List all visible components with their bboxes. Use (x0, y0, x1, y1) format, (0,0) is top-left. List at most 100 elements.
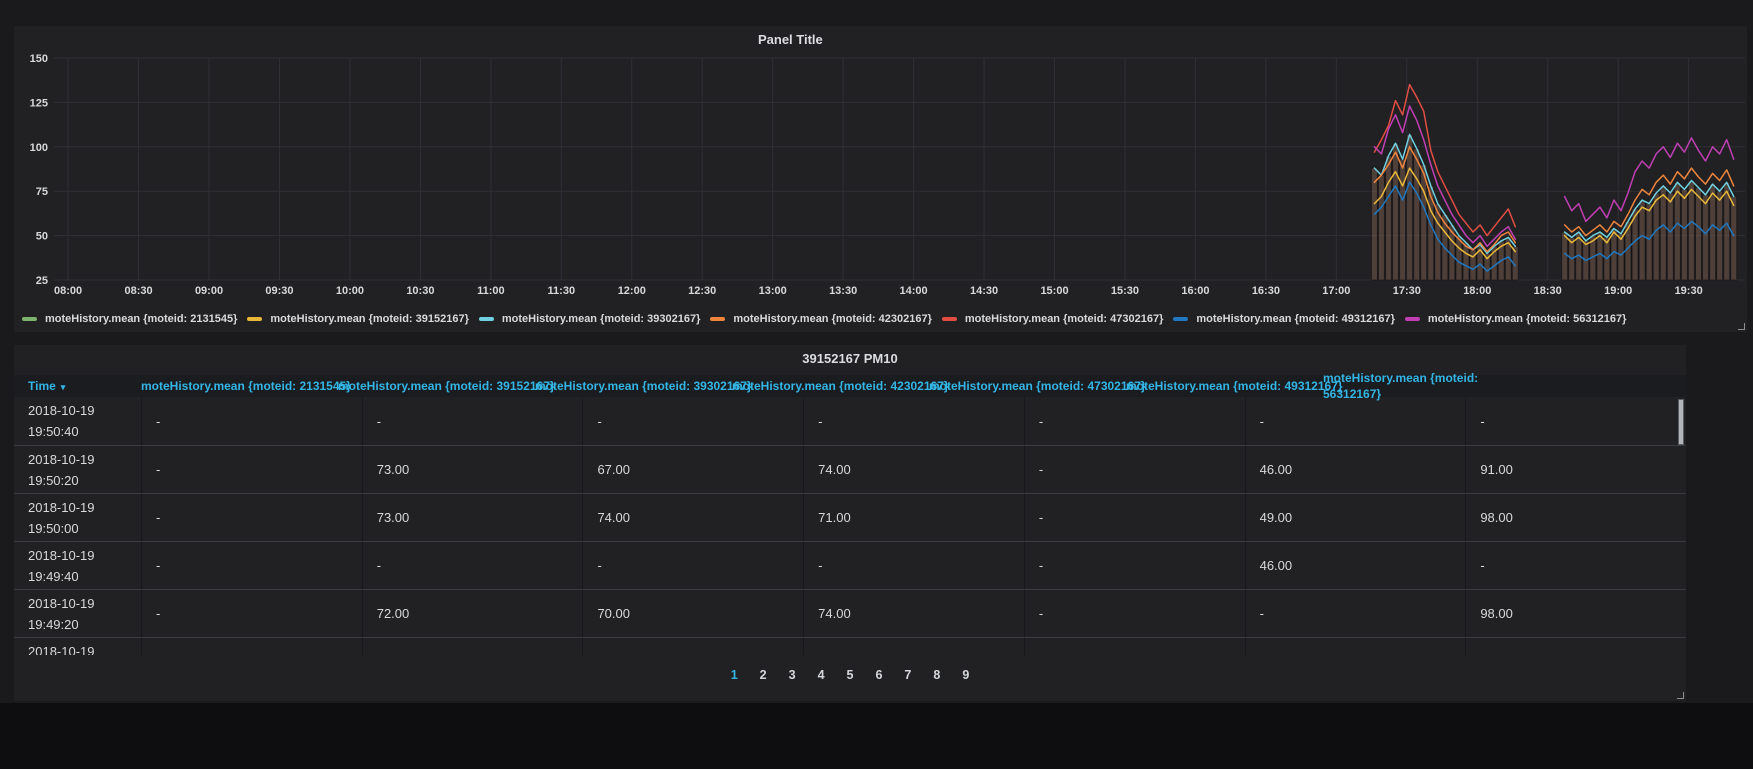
table-header-time[interactable]: Time ▾ (14, 379, 141, 393)
table-header-col-3[interactable]: moteHistory.mean {moteid: 42302167} (732, 379, 949, 393)
table-row: 2018-10-19 19:49:40- - - - -46.00- (14, 541, 1686, 589)
table-panel-title[interactable]: 39152167 PM10 (802, 351, 897, 366)
svg-text:100: 100 (30, 142, 48, 154)
svg-text:12:00: 12:00 (618, 285, 646, 297)
cell-value: - (141, 590, 362, 637)
cell-value: 46.00 (1244, 446, 1466, 493)
x-axis-labels: 08:00 08:30 09:00 09:30 10:00 10:30 11:00 11:30… (54, 285, 1703, 297)
cell-value: - (1465, 542, 1686, 589)
svg-text:14:30: 14:30 (970, 285, 998, 297)
table-scrollbar-thumb[interactable] (1678, 399, 1684, 445)
svg-text:08:30: 08:30 (124, 285, 152, 297)
page-link-2[interactable]: 2 (760, 668, 767, 682)
cell-value: 73.00 (361, 494, 583, 541)
page-link-5[interactable]: 5 (847, 668, 854, 682)
graph-panel: Panel Title 08:00 08:30 09:00 09:30 10:00 10:… (14, 26, 1747, 332)
cell-value: 70.00 (582, 590, 803, 637)
cell-value: - (1244, 397, 1466, 445)
cell-value: - (582, 542, 803, 589)
cell-value: 46.00 (1244, 542, 1466, 589)
legend-item-49312167[interactable]: moteHistory.mean {moteid: 49312167} (1173, 313, 1395, 325)
page-link-1[interactable]: 1 (731, 668, 738, 682)
table-panel-resize-handle[interactable] (1677, 692, 1684, 699)
page-link-8[interactable]: 8 (933, 668, 940, 682)
table-header-col-0[interactable]: moteHistory.mean {moteid: 2131545} (141, 379, 351, 393)
legend-item-label: moteHistory.mean {moteid: 39152167} (270, 313, 469, 325)
table-header-label: moteHistory.mean {moteid: 42302167} (732, 379, 949, 393)
table-header-col-4[interactable]: moteHistory.mean {moteid: 47302167} (929, 379, 1146, 393)
cell-time: 2018-10-19 (14, 638, 141, 655)
cell-time: 2018-10-19 19:50:40 (14, 397, 141, 445)
svg-text:08:00: 08:00 (54, 285, 82, 297)
sort-desc-caret-icon: ▾ (60, 382, 66, 392)
cell-value: 74.00 (803, 590, 1024, 637)
cell-value: - (361, 397, 583, 445)
cell-value: - (803, 397, 1024, 445)
cell-value: - (141, 494, 362, 541)
legend-item-label: moteHistory.mean {moteid: 47302167} (964, 313, 1164, 325)
legend-swatch-icon (247, 317, 263, 321)
page-link-6[interactable]: 6 (875, 668, 882, 682)
legend-swatch-icon (478, 317, 494, 321)
svg-text:09:00: 09:00 (195, 285, 223, 297)
svg-text:12:30: 12:30 (688, 285, 716, 297)
table-header-col-6[interactable]: moteHistory.mean {moteid: 56312167} (1323, 370, 1686, 402)
cell-value: 74.00 (582, 494, 803, 541)
svg-text:25: 25 (36, 275, 48, 287)
svg-text:15:30: 15:30 (1111, 285, 1139, 297)
page-link-9[interactable]: 9 (962, 668, 969, 682)
cell-date-line: 2018-10-19 (28, 403, 95, 418)
cell-value: 71.00 (803, 494, 1024, 541)
legend-item-47302167[interactable]: moteHistory.mean {moteid: 47302167} (941, 313, 1164, 325)
svg-text:13:30: 13:30 (829, 285, 857, 297)
cell-value: 73.00 (361, 446, 583, 493)
legend-swatch-icon (941, 317, 957, 321)
legend-item-label: moteHistory.mean {moteid: 49312167} (1196, 313, 1395, 325)
table-header-col-2[interactable]: moteHistory.mean {moteid: 39302167} (535, 379, 752, 393)
legend-item-2131545[interactable]: moteHistory.mean {moteid: 2131545} (22, 313, 237, 325)
svg-text:17:00: 17:00 (1322, 285, 1350, 297)
table-body: 2018-10-19 19:50:40- - - - - - -2018-10-19 19:50… (14, 397, 1686, 655)
cell-date-line: 2018-10-19 (28, 596, 95, 611)
cell-value (803, 638, 1024, 655)
svg-text:11:30: 11:30 (548, 285, 576, 297)
legend-item-42302167[interactable]: moteHistory.mean {moteid: 42302167} (710, 313, 932, 325)
legend-item-56312167[interactable]: moteHistory.mean {moteid: 56312167} (1404, 313, 1627, 325)
cell-value: - (1023, 590, 1245, 637)
cell-date-line: 2018-10-19 (28, 500, 95, 515)
cell-value: - (803, 542, 1024, 589)
table-header-label: moteHistory.mean {moteid: 47302167} (929, 379, 1146, 393)
legend-swatch-icon (710, 317, 726, 321)
cell-value (361, 638, 583, 655)
graph-legend: moteHistory.mean {moteid: 2131545} moteHi… (22, 308, 1739, 330)
cell-value: - (1465, 397, 1686, 445)
cell-value: 49.00 (1244, 494, 1466, 541)
cell-value: - (1023, 494, 1245, 541)
page-link-3[interactable]: 3 (789, 668, 796, 682)
table-header-label: moteHistory.mean {moteid: 56312167} (1323, 371, 1479, 401)
legend-item-39152167[interactable]: moteHistory.mean {moteid: 39152167} (247, 313, 469, 325)
cell-value: 67.00 (582, 446, 803, 493)
cell-value (1244, 638, 1466, 655)
legend-item-label: moteHistory.mean {moteid: 42302167} (733, 313, 932, 325)
time-series-chart[interactable]: 08:00 08:30 09:00 09:30 10:00 10:30 11:00 11:30… (14, 26, 1747, 306)
legend-item-39302167[interactable]: moteHistory.mean {moteid: 39302167} (478, 313, 701, 325)
cell-time: 2018-10-19 19:50:00 (14, 494, 141, 541)
page-link-7[interactable]: 7 (904, 668, 911, 682)
legend-item-label: moteHistory.mean {moteid: 39302167} (501, 313, 701, 325)
cell-value (582, 638, 803, 655)
below-dashboard-area (0, 703, 1753, 769)
legend-swatch-icon (1404, 317, 1420, 321)
page-link-4[interactable]: 4 (818, 668, 825, 682)
table-header-col-1[interactable]: moteHistory.mean {moteid: 39152167} (338, 379, 555, 393)
svg-text:13:00: 13:00 (759, 285, 787, 297)
bars-layer (1370, 133, 1738, 281)
cell-value: 91.00 (1465, 446, 1686, 493)
table-header-col-5[interactable]: moteHistory.mean {moteid: 49312167} (1126, 379, 1343, 393)
table-row: 2018-10-19 (14, 637, 1686, 655)
graph-panel-resize-handle[interactable] (1738, 323, 1745, 330)
svg-text:17:30: 17:30 (1393, 285, 1421, 297)
y-axis-labels: 150 125 100 75 50 25 (30, 53, 48, 287)
svg-text:10:00: 10:00 (336, 285, 364, 297)
legend-item-label: moteHistory.mean {moteid: 56312167} (1427, 313, 1627, 325)
